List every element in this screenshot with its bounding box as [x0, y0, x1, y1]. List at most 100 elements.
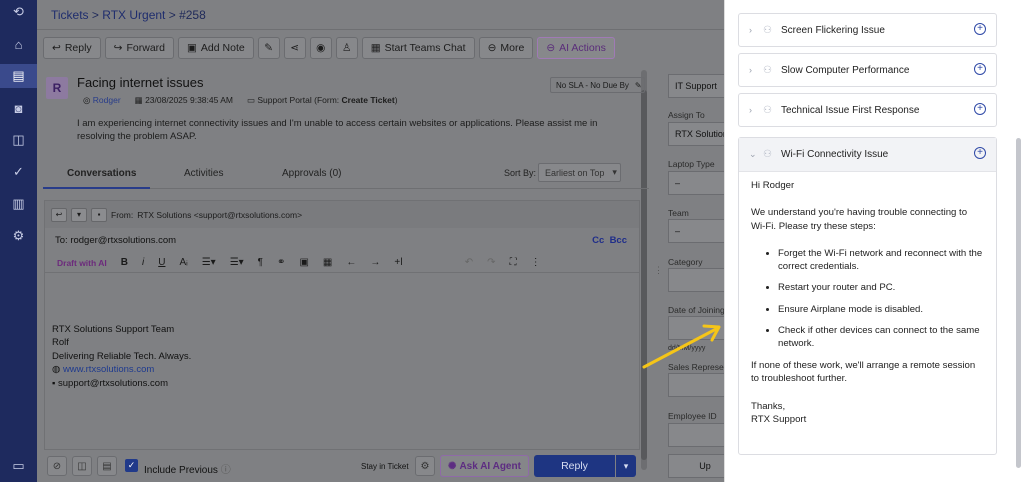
insert-icon[interactable]: +ǀ [394, 257, 402, 268]
signature-website-row: ◍ www.rtxsolutions.com [52, 363, 191, 376]
tab-approvals[interactable]: Approvals (0) [282, 168, 341, 179]
to-row[interactable]: To: rodger@rtxsolutions.com [55, 235, 176, 246]
chevron-down-icon[interactable]: ▾ [71, 207, 87, 222]
requester[interactable]: ◎ Rodger [83, 95, 121, 106]
breadcrumb-tickets[interactable]: Tickets [51, 8, 89, 22]
tasks-check-icon[interactable]: ✓ [0, 160, 37, 184]
forward-button[interactable]: ↪ Forward [104, 37, 174, 59]
group-select[interactable]: IT Support [668, 74, 728, 98]
tab-conversations[interactable]: Conversations [67, 168, 136, 179]
editor-footer: ⊘ ◫ ▤ ✓ Include Previous ⓘ Stay in Ticke… [43, 454, 649, 480]
edit-button[interactable]: ✎ [257, 37, 280, 59]
ai-icon: ⊖ [546, 42, 556, 54]
more-button[interactable]: ⊖ More [478, 37, 534, 59]
logo-icon[interactable]: ⟲ [0, 0, 37, 24]
indent-icon[interactable]: → [370, 257, 380, 268]
kb-article-header[interactable]: › ⚇ Technical Issue First Response + [739, 94, 996, 126]
signature-website[interactable]: www.rtxsolutions.com [63, 364, 154, 375]
panel-scrollbar[interactable] [1016, 138, 1021, 468]
attach-icon[interactable]: ⊘ [47, 456, 67, 476]
more-vertical-icon[interactable]: ⋮ [531, 257, 541, 268]
sla-badge[interactable]: No SLA - No Due By ✎ [550, 77, 645, 93]
kb-step: Forget the Wi-Fi network and reconnect w… [778, 247, 984, 274]
group-icon: ⚇ [763, 64, 772, 76]
kb-article-header[interactable]: › ⚇ Screen Flickering Issue + [739, 14, 996, 46]
update-button[interactable]: Up [668, 454, 728, 478]
link-icon[interactable]: ⚭ [277, 257, 285, 268]
knowledge-base-insert-icon[interactable]: ◫ [72, 456, 92, 476]
cc-bcc-toggle[interactable]: Cc Bcc [592, 235, 627, 246]
home-icon[interactable]: ⌂ [0, 32, 37, 56]
underline-icon[interactable]: U [158, 257, 165, 268]
email-signature[interactable]: RTX Solutions Support Team Rolf Deliveri… [52, 323, 191, 390]
settings-gear-icon[interactable]: ⚙ [0, 224, 37, 248]
employee-id-input[interactable] [668, 423, 728, 447]
from-value[interactable]: RTX Solutions <support@rtxsolutions.com> [137, 210, 302, 220]
breadcrumb-queue[interactable]: RTX Urgent [102, 8, 165, 22]
from-label: From: [111, 209, 134, 220]
category-select[interactable] [668, 268, 728, 292]
form-suffix: ) [394, 95, 398, 105]
kb-article[interactable]: › ⚇ Screen Flickering Issue + [738, 13, 997, 47]
add-watcher-button[interactable]: ♙ [335, 37, 358, 59]
ask-ai-agent-button[interactable]: ✺ Ask AI Agent [440, 455, 529, 477]
reports-icon[interactable]: ▥ [0, 192, 37, 216]
undo-icon[interactable]: ↶ [465, 257, 473, 268]
share-button[interactable]: ⋖ [283, 37, 306, 59]
kb-article-header[interactable]: ⌄ ⚇ Wi-Fi Connectivity Issue + [739, 138, 996, 172]
redo-icon[interactable]: ↷ [487, 257, 495, 268]
laptop-type-select[interactable]: – [668, 171, 728, 195]
reply-type-icon[interactable]: ↩ [51, 207, 67, 222]
group-icon: ⚇ [763, 149, 772, 160]
signature-name: Rolf [52, 337, 69, 349]
kb-article[interactable]: › ⚇ Slow Computer Performance + [738, 53, 997, 87]
kb-article-body: Hi Rodger We understand you're having tr… [739, 172, 996, 435]
insert-plus-icon[interactable]: + [974, 103, 986, 115]
stay-settings-gear-icon[interactable]: ⚙ [415, 456, 435, 476]
italic-icon[interactable]: i [142, 257, 144, 268]
reply-options-chevron-icon[interactable]: ▾ [616, 455, 636, 477]
paragraph-icon[interactable]: ¶ [258, 257, 263, 268]
insert-plus-icon[interactable]: + [974, 23, 986, 35]
scroll-thumb[interactable] [641, 90, 647, 460]
team-select[interactable]: – [668, 219, 728, 243]
canned-response-icon[interactable]: ▤ [97, 456, 117, 476]
kb-intro: We understand you're having trouble conn… [751, 207, 968, 232]
start-teams-chat-button[interactable]: ▦ Start Teams Chat [361, 37, 475, 59]
sales-rep-select[interactable] [668, 373, 728, 397]
info-icon: ⓘ [220, 465, 231, 476]
watch-button[interactable]: ◉ [309, 37, 332, 59]
knowledge-base-icon[interactable]: ◫ [0, 128, 37, 152]
bullet-list-icon[interactable]: ☰▾ [230, 257, 244, 268]
sort-by-select[interactable]: Earliest on Top ▾ [538, 163, 621, 182]
chat-icon[interactable]: ▭ [0, 454, 37, 478]
insert-plus-icon[interactable]: + [974, 63, 986, 75]
to-value: rodger@rtxsolutions.com [70, 235, 177, 246]
tab-activities[interactable]: Activities [184, 168, 223, 179]
main-scrollbar[interactable] [641, 70, 647, 470]
add-note-button[interactable]: ▣ Add Note [178, 37, 254, 59]
draft-with-ai-button[interactable]: Draft with AI [57, 258, 107, 268]
sort-value: Earliest on Top [545, 167, 605, 178]
tickets-icon[interactable]: ▤ [0, 64, 37, 88]
requester-avatar: R [46, 77, 68, 99]
image-icon[interactable]: ▣ [299, 257, 308, 268]
send-reply-button[interactable]: Reply [534, 455, 615, 477]
reply-button[interactable]: ↩ Reply [43, 37, 101, 59]
kb-greeting: Hi Rodger [751, 180, 795, 191]
ordered-list-icon[interactable]: ☰▾ [202, 257, 216, 268]
fullscreen-icon[interactable]: ⛶ [510, 257, 517, 268]
bold-icon[interactable]: B [121, 257, 128, 268]
ticket-toolbar: ↩ Reply ↪ Forward ▣ Add Note ✎ ⋖ ◉ ♙ ▦ Start… [37, 34, 724, 62]
kb-article[interactable]: › ⚇ Technical Issue First Response + [738, 93, 997, 127]
font-size-icon[interactable]: Aᵢ [179, 257, 187, 268]
include-previous-checkbox[interactable]: ✓ [125, 459, 138, 472]
assign-to-select[interactable]: RTX Solution [668, 122, 728, 146]
ai-actions-button[interactable]: ⊖ AI Actions [537, 37, 615, 59]
kb-article-header[interactable]: › ⚇ Slow Computer Performance + [739, 54, 996, 86]
table-icon[interactable]: ▦ [323, 257, 332, 268]
insert-plus-icon[interactable]: + [974, 147, 986, 159]
contacts-icon[interactable]: ◙ [0, 96, 37, 120]
outdent-icon[interactable]: ← [346, 257, 356, 268]
date-of-joining-label: Date of Joining [668, 305, 725, 315]
